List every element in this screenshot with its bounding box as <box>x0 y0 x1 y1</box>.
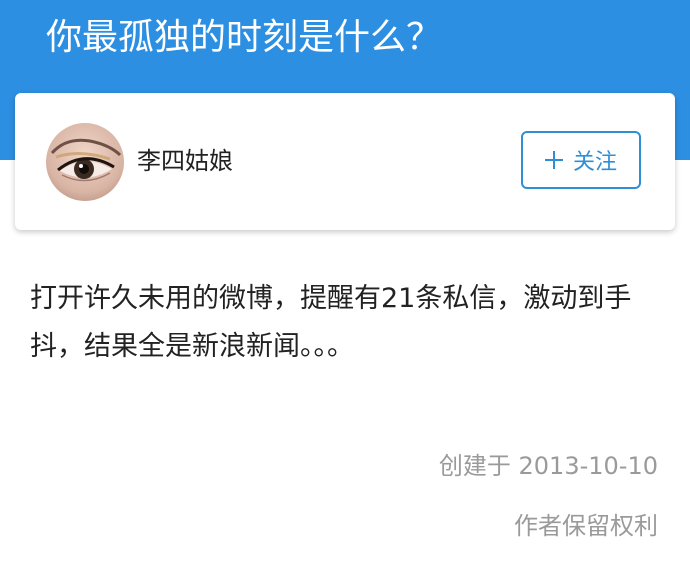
follow-button-label: 关注 <box>572 150 617 175</box>
created-date: 创建于 2013-10-10 <box>438 452 658 480</box>
author-card: 李四姑娘 关注 <box>15 93 675 230</box>
question-title: 你最孤独的时刻是什么？ <box>46 17 443 58</box>
avatar-image <box>46 123 124 201</box>
plus-icon <box>544 151 563 169</box>
avatar[interactable] <box>46 123 124 201</box>
answer-text: 打开许久未用的微博，提醒有21条私信，激动到手抖，结果全是新浪新闻。。。 <box>30 283 632 362</box>
follow-button[interactable]: 关注 <box>521 131 641 189</box>
copyright-notice: 作者保留权利 <box>514 512 658 540</box>
author-name[interactable]: 李四姑娘 <box>137 143 233 179</box>
